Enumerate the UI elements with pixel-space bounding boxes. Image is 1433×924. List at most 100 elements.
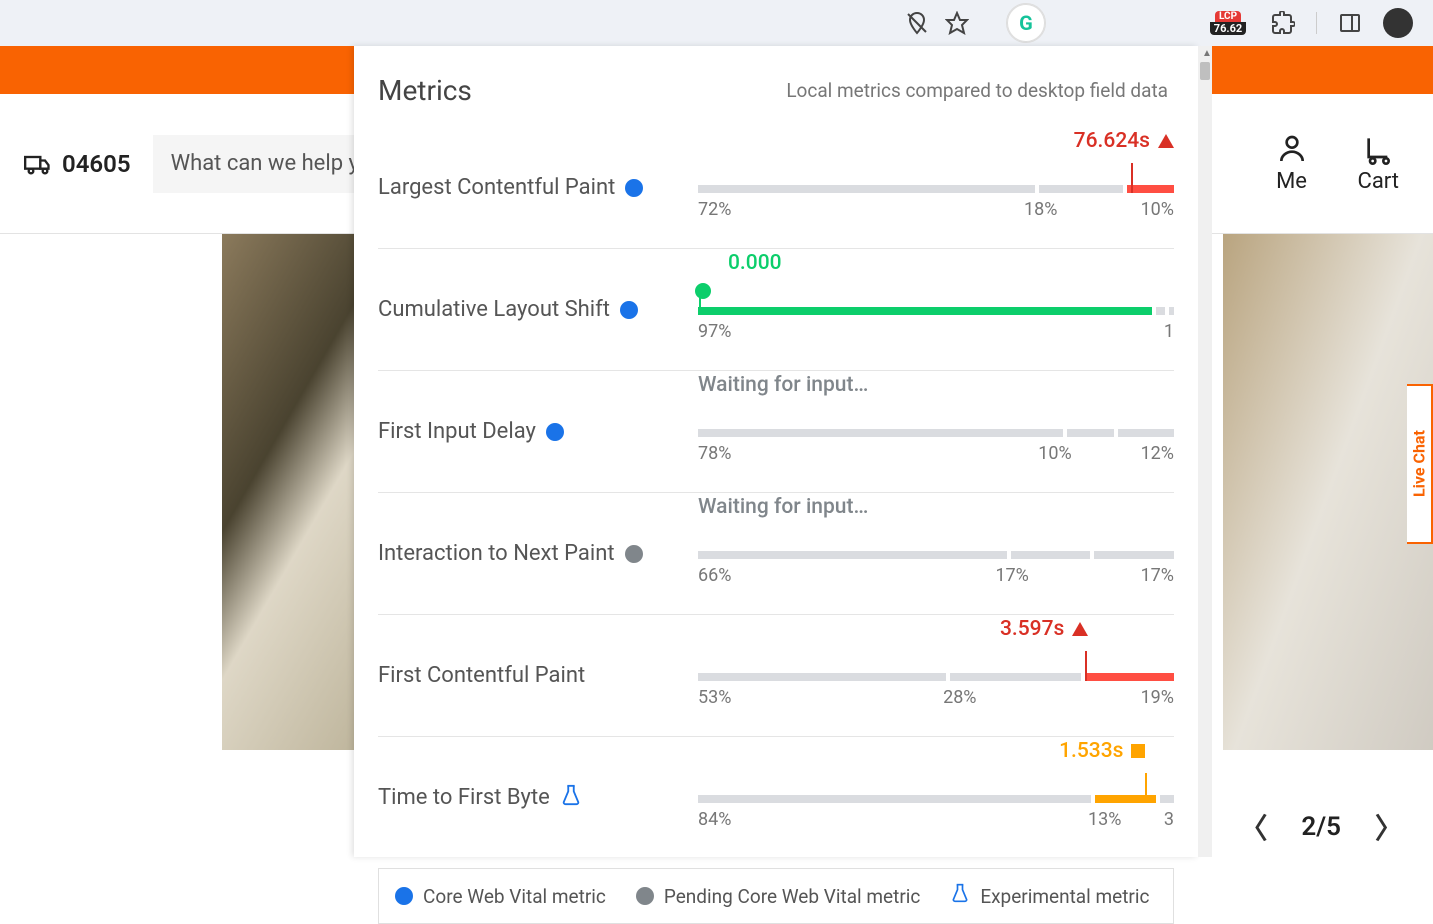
bar-segment-needs [1011,551,1091,559]
seg2-ttfb: 13% [1088,809,1121,830]
scrollbar-thumb[interactable] [1200,62,1210,80]
web-vitals-popup: ▲ Metrics Local metrics compared to desk… [354,46,1198,857]
bar-segment-good [698,185,1035,193]
bar-segment-needs [950,673,1081,681]
bar-segment-good [698,551,1007,559]
seg3-ttfb: 3 [1164,809,1174,830]
metric-value-fid: Waiting for input… [698,373,868,397]
marker-line [1085,651,1087,681]
seg2-lcp: 18% [1024,199,1057,220]
bar-segment-needs [1067,429,1114,437]
extensions-icon[interactable] [1270,10,1296,36]
bar-segment-poor [1169,307,1174,315]
bookmark-area [896,5,986,41]
star-icon[interactable] [944,10,970,36]
metric-value-inp: Waiting for input… [698,495,868,519]
grammarly-extension-icon[interactable]: G [1006,3,1046,43]
chevron-right-icon[interactable]: 〉 [1375,807,1403,847]
metric-label-fcp: First Contentful Paint [378,663,585,688]
search-input[interactable]: What can we help y [153,135,383,193]
seg1-inp: 66% [698,565,731,586]
seg1-fid: 78% [698,443,731,464]
me-button[interactable]: Me [1276,133,1308,194]
carousel-image-left [222,234,354,750]
side-panel-icon[interactable] [1337,10,1363,36]
metric-row-inp: Interaction to Next Paint Waiting for in… [378,493,1174,615]
flask-icon [560,784,582,812]
seg1-ttfb: 84% [698,809,731,830]
marker-line [1145,773,1147,803]
legend-experimental: Experimental metric [980,885,1149,908]
bar-segment-good [698,795,1091,803]
seg3-fcp: 19% [1141,687,1174,708]
metric-value-cls: 0.000 [728,251,782,275]
carousel-image-right [1223,234,1433,750]
seg2-fcp: 28% [943,687,976,708]
zip-code: 04605 [62,150,131,178]
browser-toolbar: G LCP 76.62 [0,0,1433,46]
pending-vital-dot-icon [625,545,643,563]
metric-label-ttfb: Time to First Byte [378,785,550,810]
bar-segment-poor [1118,429,1174,437]
bar-segment-good [698,307,1152,315]
legend: Core Web Vital metric Pending Core Web V… [378,868,1174,924]
metric-row-cls: Cumulative Layout Shift 0.000 97% 1 [378,249,1174,371]
live-chat-tab[interactable]: Live Chat [1407,384,1433,544]
cart-label: Cart [1358,169,1399,194]
circle-icon [695,283,711,299]
metric-value-lcp: 76.624s [1074,129,1150,153]
seg3-cls: 1 [1164,321,1174,342]
lcp-badge-value: 76.62 [1210,22,1246,35]
search-placeholder: What can we help y [171,151,359,176]
metric-label-fid: First Input Delay [378,419,536,444]
seg2-inp: 17% [995,565,1028,586]
carousel-pager: 〈 2/5 〉 [1239,807,1403,847]
bar-segment-needs [1156,307,1165,315]
location-off-icon[interactable] [904,10,930,36]
seg1-cls: 97% [698,321,731,342]
metric-row-fid: First Input Delay Waiting for input… 78%… [378,371,1174,493]
delivery-zip[interactable]: 04605 [24,150,131,178]
core-vital-dot-icon [546,423,564,441]
profile-avatar-icon[interactable] [1383,8,1413,38]
web-vitals-extension-icon[interactable]: LCP 76.62 [1206,5,1250,41]
legend-pending: Pending Core Web Vital metric [664,885,920,908]
seg2-fid: 10% [1038,443,1071,464]
seg1-lcp: 72% [698,199,731,220]
seg1-fcp: 53% [698,687,731,708]
cart-button[interactable]: Cart [1358,133,1399,194]
core-vital-dot-icon [395,887,413,905]
bar-segment-poor [1085,673,1174,681]
metric-row-ttfb: Time to First Byte 1.533s 84% [378,737,1174,858]
pending-vital-dot-icon [636,887,654,905]
seg3-fid: 12% [1141,443,1174,464]
scroll-up-icon[interactable]: ▲ [1202,48,1212,59]
flask-icon [950,883,970,909]
pager-text: 2/5 [1301,812,1341,842]
bar-segment-good [698,673,946,681]
square-icon [1131,744,1145,758]
triangle-up-icon [1158,134,1174,148]
metric-value-fcp: 3.597s [1000,617,1064,641]
bar-segment-needs [1039,185,1123,193]
divider [1316,12,1317,34]
metric-row-fcp: First Contentful Paint 3.597s 53% 28% 19… [378,615,1174,737]
legend-core: Core Web Vital metric [423,885,606,908]
marker-line [699,285,701,315]
lcp-badge-label: LCP [1215,11,1241,22]
popup-subtitle: Local metrics compared to desktop field … [786,79,1168,102]
core-vital-dot-icon [625,179,643,197]
chevron-left-icon[interactable]: 〈 [1239,807,1267,847]
seg3-lcp: 10% [1141,199,1174,220]
bar-segment-good [698,429,1063,437]
metric-label-lcp: Largest Contentful Paint [378,175,615,200]
scrollbar[interactable]: ▲ [1198,46,1212,857]
bar-segment-poor [1160,795,1174,803]
bar-segment-poor [1127,185,1174,193]
me-label: Me [1276,169,1307,194]
metric-label-cls: Cumulative Layout Shift [378,297,610,322]
core-vital-dot-icon [620,301,638,319]
metric-row-lcp: Largest Contentful Paint 76.624s 72% 18% [378,127,1174,249]
triangle-up-icon [1072,622,1088,636]
seg3-inp: 17% [1141,565,1174,586]
